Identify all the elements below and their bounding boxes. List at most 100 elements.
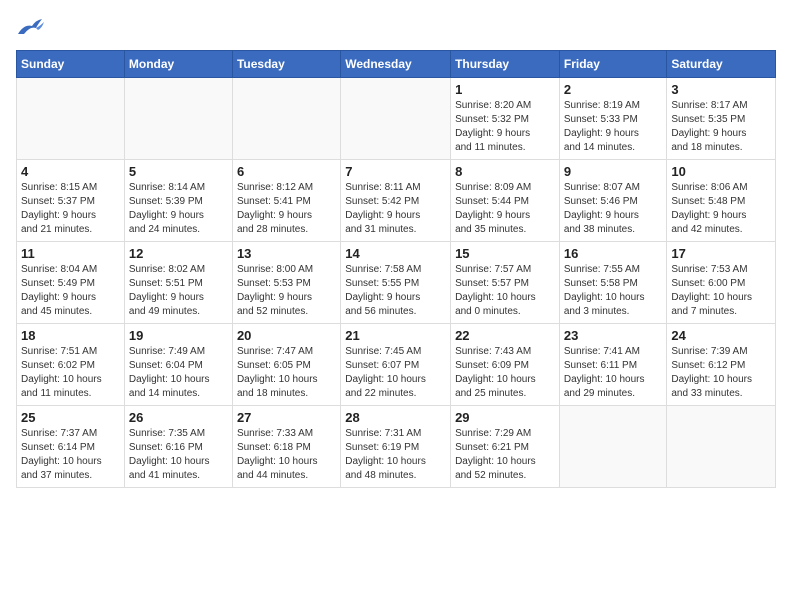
day-info: Sunrise: 7:41 AM Sunset: 6:11 PM Dayligh… xyxy=(564,345,663,401)
day-info: Sunrise: 7:47 AM Sunset: 6:05 PM Dayligh… xyxy=(237,345,336,401)
day-info: Sunrise: 7:35 AM Sunset: 6:16 PM Dayligh… xyxy=(129,427,228,483)
calendar-cell: 13 Sunrise: 8:00 AM Sunset: 5:53 PM Dayli… xyxy=(232,242,340,324)
day-number: 2 xyxy=(564,82,663,97)
calendar-week-row: 25 Sunrise: 7:37 AM Sunset: 6:14 PM Dayli… xyxy=(17,406,776,488)
calendar-cell: 29 Sunrise: 7:29 AM Sunset: 6:21 PM Dayli… xyxy=(451,406,560,488)
day-number: 21 xyxy=(345,328,446,343)
day-number: 6 xyxy=(237,164,336,179)
day-info: Sunrise: 8:17 AM Sunset: 5:35 PM Dayligh… xyxy=(671,99,771,155)
day-info: Sunrise: 7:37 AM Sunset: 6:14 PM Dayligh… xyxy=(21,427,120,483)
day-number: 1 xyxy=(455,82,555,97)
day-info: Sunrise: 7:55 AM Sunset: 5:58 PM Dayligh… xyxy=(564,263,663,319)
day-info: Sunrise: 7:49 AM Sunset: 6:04 PM Dayligh… xyxy=(129,345,228,401)
calendar-week-row: 1 Sunrise: 8:20 AM Sunset: 5:32 PM Daylig… xyxy=(17,78,776,160)
calendar-cell: 5 Sunrise: 8:14 AM Sunset: 5:39 PM Daylig… xyxy=(124,160,232,242)
calendar-cell: 6 Sunrise: 8:12 AM Sunset: 5:41 PM Daylig… xyxy=(232,160,340,242)
weekday-header-sunday: Sunday xyxy=(17,51,125,78)
calendar-cell: 26 Sunrise: 7:35 AM Sunset: 6:16 PM Dayli… xyxy=(124,406,232,488)
day-info: Sunrise: 8:02 AM Sunset: 5:51 PM Dayligh… xyxy=(129,263,228,319)
day-number: 25 xyxy=(21,410,120,425)
calendar-week-row: 4Sunrise: 8:15 AM Sunset: 5:37 PM Daylig… xyxy=(17,160,776,242)
day-number: 5 xyxy=(129,164,228,179)
calendar-cell: 20 Sunrise: 7:47 AM Sunset: 6:05 PM Dayli… xyxy=(232,324,340,406)
day-info: Sunrise: 7:31 AM Sunset: 6:19 PM Dayligh… xyxy=(345,427,446,483)
day-number: 10 xyxy=(671,164,771,179)
calendar-cell: 24 Sunrise: 7:39 AM Sunset: 6:12 PM Dayli… xyxy=(667,324,776,406)
weekday-header-tuesday: Tuesday xyxy=(232,51,340,78)
day-info: Sunrise: 7:53 AM Sunset: 6:00 PM Dayligh… xyxy=(671,263,771,319)
day-info: Sunrise: 7:45 AM Sunset: 6:07 PM Dayligh… xyxy=(345,345,446,401)
day-number: 20 xyxy=(237,328,336,343)
day-number: 11 xyxy=(21,246,120,261)
calendar-cell xyxy=(341,78,451,160)
day-number: 29 xyxy=(455,410,555,425)
day-number: 26 xyxy=(129,410,228,425)
day-info: Sunrise: 8:11 AM Sunset: 5:42 PM Dayligh… xyxy=(345,181,446,237)
calendar-cell: 4Sunrise: 8:15 AM Sunset: 5:37 PM Daylig… xyxy=(17,160,125,242)
calendar-cell: 11 Sunrise: 8:04 AM Sunset: 5:49 PM Dayli… xyxy=(17,242,125,324)
calendar-cell: 1 Sunrise: 8:20 AM Sunset: 5:32 PM Daylig… xyxy=(451,78,560,160)
logo xyxy=(16,16,48,38)
calendar-cell: 10 Sunrise: 8:06 AM Sunset: 5:48 PM Dayli… xyxy=(667,160,776,242)
calendar-cell: 25 Sunrise: 7:37 AM Sunset: 6:14 PM Dayli… xyxy=(17,406,125,488)
day-number: 24 xyxy=(671,328,771,343)
weekday-header-saturday: Saturday xyxy=(667,51,776,78)
day-info: Sunrise: 8:07 AM Sunset: 5:46 PM Dayligh… xyxy=(564,181,663,237)
day-info: Sunrise: 7:39 AM Sunset: 6:12 PM Dayligh… xyxy=(671,345,771,401)
day-number: 16 xyxy=(564,246,663,261)
calendar-cell: 23 Sunrise: 7:41 AM Sunset: 6:11 PM Dayli… xyxy=(559,324,667,406)
day-info: Sunrise: 7:33 AM Sunset: 6:18 PM Dayligh… xyxy=(237,427,336,483)
day-number: 19 xyxy=(129,328,228,343)
calendar-cell: 16 Sunrise: 7:55 AM Sunset: 5:58 PM Dayli… xyxy=(559,242,667,324)
calendar-cell: 8 Sunrise: 8:09 AM Sunset: 5:44 PM Daylig… xyxy=(451,160,560,242)
day-number: 27 xyxy=(237,410,336,425)
day-info: Sunrise: 8:12 AM Sunset: 5:41 PM Dayligh… xyxy=(237,181,336,237)
calendar-cell xyxy=(124,78,232,160)
weekday-header-wednesday: Wednesday xyxy=(341,51,451,78)
day-number: 23 xyxy=(564,328,663,343)
logo-bird-icon xyxy=(16,16,44,38)
day-info: Sunrise: 8:14 AM Sunset: 5:39 PM Dayligh… xyxy=(129,181,228,237)
calendar-week-row: 11 Sunrise: 8:04 AM Sunset: 5:49 PM Dayli… xyxy=(17,242,776,324)
day-info: Sunrise: 7:57 AM Sunset: 5:57 PM Dayligh… xyxy=(455,263,555,319)
day-info: Sunrise: 8:04 AM Sunset: 5:49 PM Dayligh… xyxy=(21,263,120,319)
day-info: Sunrise: 8:00 AM Sunset: 5:53 PM Dayligh… xyxy=(237,263,336,319)
day-number: 3 xyxy=(671,82,771,97)
calendar-cell: 15 Sunrise: 7:57 AM Sunset: 5:57 PM Dayli… xyxy=(451,242,560,324)
calendar-table: SundayMondayTuesdayWednesdayThursdayFrid… xyxy=(16,50,776,488)
day-number: 13 xyxy=(237,246,336,261)
day-number: 9 xyxy=(564,164,663,179)
calendar-cell: 3 Sunrise: 8:17 AM Sunset: 5:35 PM Daylig… xyxy=(667,78,776,160)
day-info: Sunrise: 7:29 AM Sunset: 6:21 PM Dayligh… xyxy=(455,427,555,483)
calendar-cell: 19 Sunrise: 7:49 AM Sunset: 6:04 PM Dayli… xyxy=(124,324,232,406)
day-number: 28 xyxy=(345,410,446,425)
day-info: Sunrise: 8:19 AM Sunset: 5:33 PM Dayligh… xyxy=(564,99,663,155)
day-info: Sunrise: 8:06 AM Sunset: 5:48 PM Dayligh… xyxy=(671,181,771,237)
day-number: 8 xyxy=(455,164,555,179)
day-info: Sunrise: 7:58 AM Sunset: 5:55 PM Dayligh… xyxy=(345,263,446,319)
calendar-week-row: 18 Sunrise: 7:51 AM Sunset: 6:02 PM Dayli… xyxy=(17,324,776,406)
day-info: Sunrise: 8:09 AM Sunset: 5:44 PM Dayligh… xyxy=(455,181,555,237)
calendar-cell: 27 Sunrise: 7:33 AM Sunset: 6:18 PM Dayli… xyxy=(232,406,340,488)
header xyxy=(16,16,776,38)
day-number: 15 xyxy=(455,246,555,261)
day-info: Sunrise: 7:43 AM Sunset: 6:09 PM Dayligh… xyxy=(455,345,555,401)
weekday-header-row: SundayMondayTuesdayWednesdayThursdayFrid… xyxy=(17,51,776,78)
calendar-cell: 28 Sunrise: 7:31 AM Sunset: 6:19 PM Dayli… xyxy=(341,406,451,488)
day-number: 4 xyxy=(21,164,120,179)
calendar-cell: 21 Sunrise: 7:45 AM Sunset: 6:07 PM Dayli… xyxy=(341,324,451,406)
calendar-cell: 9 Sunrise: 8:07 AM Sunset: 5:46 PM Daylig… xyxy=(559,160,667,242)
day-info: Sunrise: 7:51 AM Sunset: 6:02 PM Dayligh… xyxy=(21,345,120,401)
calendar-cell: 2 Sunrise: 8:19 AM Sunset: 5:33 PM Daylig… xyxy=(559,78,667,160)
day-number: 12 xyxy=(129,246,228,261)
calendar-cell: 14 Sunrise: 7:58 AM Sunset: 5:55 PM Dayli… xyxy=(341,242,451,324)
calendar-cell: 22Sunrise: 7:43 AM Sunset: 6:09 PM Dayli… xyxy=(451,324,560,406)
day-info: Sunrise: 8:20 AM Sunset: 5:32 PM Dayligh… xyxy=(455,99,555,155)
day-number: 18 xyxy=(21,328,120,343)
calendar-cell xyxy=(17,78,125,160)
calendar-cell xyxy=(559,406,667,488)
day-number: 14 xyxy=(345,246,446,261)
weekday-header-monday: Monday xyxy=(124,51,232,78)
day-number: 7 xyxy=(345,164,446,179)
calendar-cell xyxy=(667,406,776,488)
